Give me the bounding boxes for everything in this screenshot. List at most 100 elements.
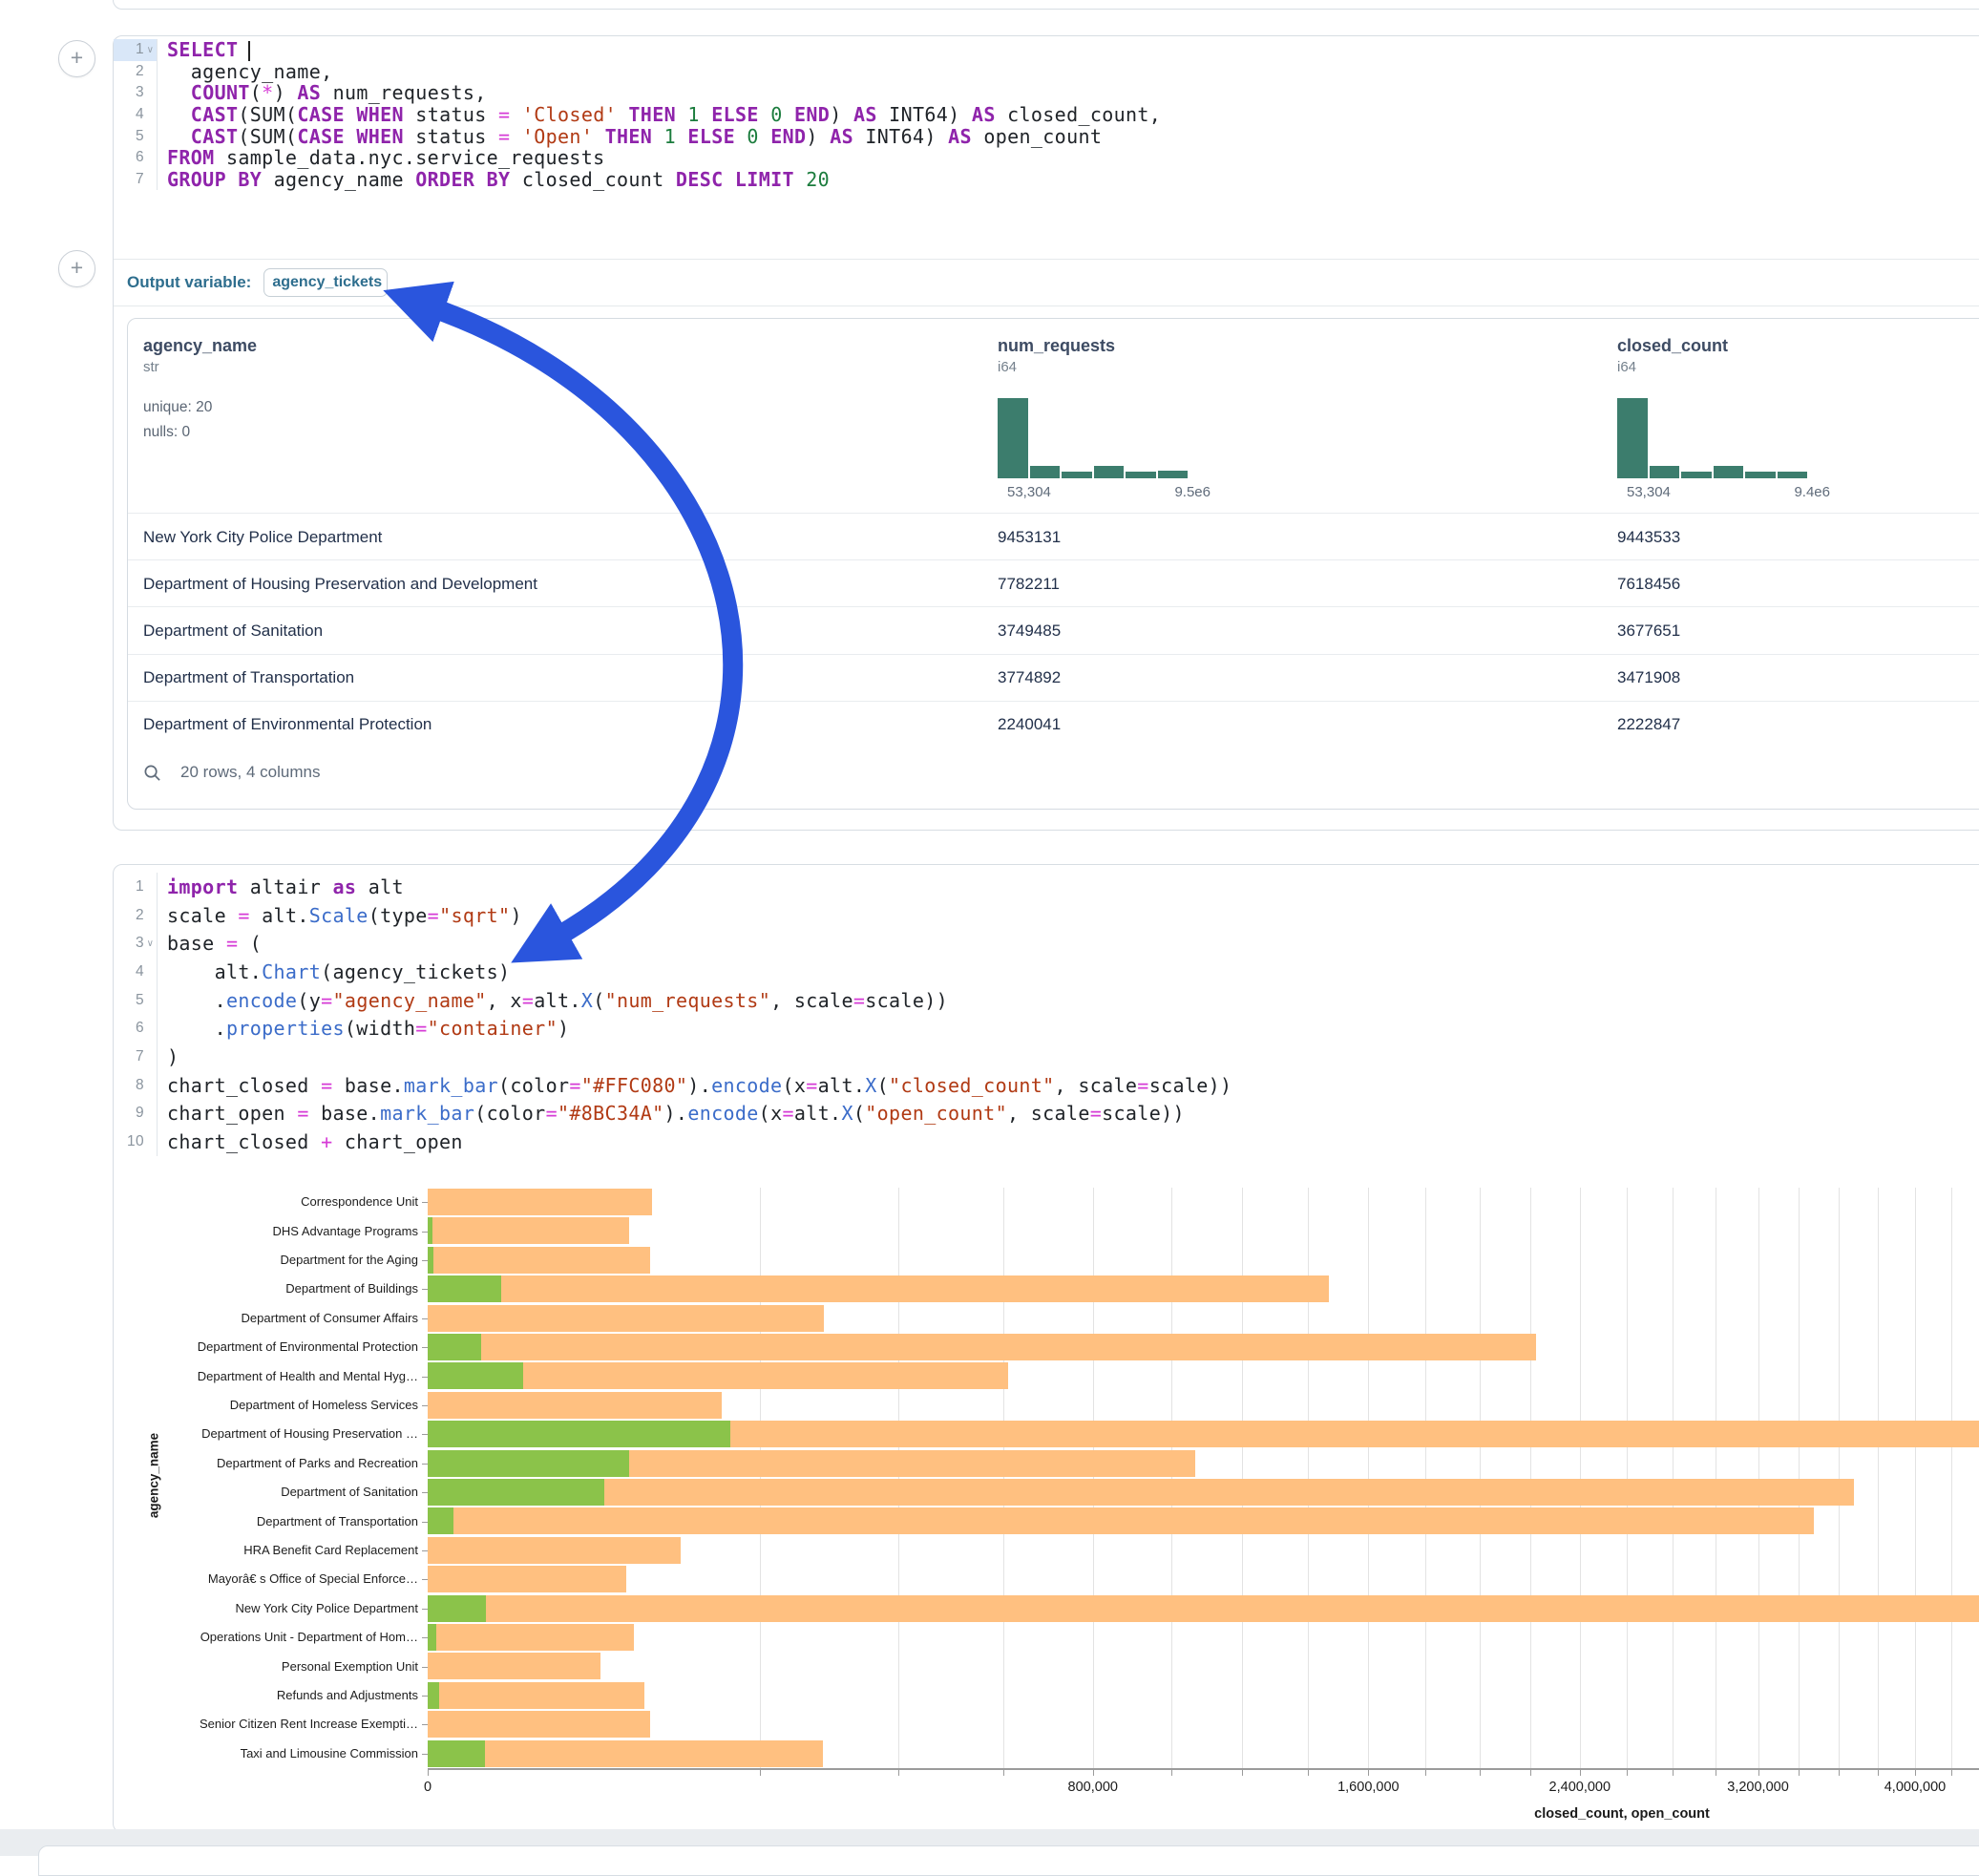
line-number-gutter: 5	[114, 986, 158, 1015]
code-line[interactable]: 6 .properties(width="container")	[114, 1014, 1979, 1043]
code-line[interactable]: 7)	[114, 1043, 1979, 1071]
code-line[interactable]: 4 alt.Chart(agency_tickets)	[114, 958, 1979, 986]
code-line[interactable]: 2 agency_name,	[114, 61, 1979, 83]
y-axis-label: Department of Consumer Affairs	[114, 1311, 418, 1325]
code-line[interactable]: 8 chart_closed = base.mark_bar(color="#FF…	[114, 1071, 1979, 1100]
code-text[interactable]: SELECT	[158, 38, 250, 61]
python-code-editor[interactable]: 1import altair as alt2scale = alt.Scale(…	[114, 873, 1979, 1156]
bar-closed	[428, 1305, 824, 1332]
bar-open	[428, 1421, 730, 1447]
gridline	[1878, 1188, 1879, 1768]
code-text[interactable]: alt.Chart(agency_tickets)	[158, 960, 510, 983]
line-number: 4	[136, 963, 144, 980]
line-number: 8	[136, 1077, 144, 1094]
code-token	[345, 125, 356, 148]
code-text[interactable]: COUNT(*) AS num_requests,	[158, 81, 487, 104]
code-token: =	[321, 1074, 332, 1097]
table-cell: New York City Police Department	[143, 514, 382, 560]
code-line[interactable]: 7GROUP BY agency_name ORDER BY closed_co…	[114, 169, 1979, 191]
code-token: num_requests,	[321, 81, 486, 104]
code-token: AS	[948, 125, 972, 148]
search-icon[interactable]	[143, 764, 161, 782]
code-text[interactable]: .encode(y="agency_name", x=alt.X("num_re…	[158, 989, 948, 1012]
bar-closed	[428, 1189, 652, 1215]
code-text[interactable]: FROM sample_data.nyc.service_requests	[158, 146, 604, 169]
code-line[interactable]: 10chart_closed + chart_open	[114, 1128, 1979, 1156]
code-text[interactable]: base = (	[158, 932, 262, 955]
gridline	[1368, 1188, 1369, 1768]
code-line[interactable]: 1∨SELECT	[114, 39, 1979, 61]
code-text[interactable]: CAST(SUM(CASE WHEN status = 'Closed' THE…	[158, 103, 1161, 126]
code-line[interactable]: 1import altair as alt	[114, 873, 1979, 901]
code-text[interactable]: CAST(SUM(CASE WHEN status = 'Open' THEN …	[158, 125, 1102, 148]
line-number: 6	[136, 1020, 144, 1037]
column-header: closed_counti64	[1617, 336, 1728, 375]
column-header: agency_namestr	[143, 336, 257, 375]
y-axis-label: Refunds and Adjustments	[114, 1688, 418, 1702]
code-text[interactable]: .properties(width="container")	[158, 1017, 569, 1040]
code-token: )	[274, 81, 298, 104]
table-cell: Department of Sanitation	[143, 607, 323, 654]
y-axis-label: New York City Police Department	[114, 1601, 418, 1615]
fold-chevron-icon[interactable]: ∨	[144, 45, 157, 55]
code-line[interactable]: 5 CAST(SUM(CASE WHEN status = 'Open' THE…	[114, 125, 1979, 147]
code-token: status	[404, 103, 498, 126]
code-text[interactable]: chart_closed = base.mark_bar(color="#FFC…	[158, 1074, 1232, 1097]
y-axis-label: Personal Exemption Unit	[114, 1659, 418, 1674]
code-token: END	[770, 125, 806, 148]
code-token: scale	[167, 904, 238, 927]
code-token: "#8BC34A"	[558, 1102, 664, 1125]
sql-code-editor[interactable]: 1∨SELECT2 agency_name,3 COUNT(*) AS num_…	[114, 39, 1979, 190]
code-line[interactable]: 9chart_open = base.mark_bar(color="#8BC3…	[114, 1100, 1979, 1128]
add-cell-button[interactable]: +	[58, 40, 95, 77]
histogram-bar	[1617, 398, 1648, 478]
code-token: =	[782, 1102, 793, 1125]
fold-chevron-icon[interactable]: ∨	[144, 938, 157, 949]
code-token: )	[806, 125, 830, 148]
code-line[interactable]: 3∨base = (	[114, 929, 1979, 958]
code-line[interactable]: 5 .encode(y="agency_name", x=alt.X("num_…	[114, 986, 1979, 1015]
gridline	[1580, 1188, 1581, 1768]
y-axis-tick	[422, 1724, 428, 1725]
histogram-bar	[1650, 466, 1680, 478]
x-axis-tick	[1171, 1770, 1172, 1776]
code-text[interactable]: GROUP BY agency_name ORDER BY closed_cou…	[158, 168, 830, 191]
gridline	[1480, 1188, 1481, 1768]
bar-closed	[428, 1595, 1979, 1622]
add-cell-button[interactable]: +	[58, 250, 95, 287]
code-token: )	[830, 103, 853, 126]
histogram-bar	[1062, 472, 1092, 478]
gridline	[898, 1188, 899, 1768]
code-token: )	[558, 1017, 569, 1040]
code-token: INT64)	[877, 103, 972, 126]
y-axis-label: HRA Benefit Card Replacement	[114, 1543, 418, 1557]
code-line[interactable]: 3 COUNT(*) AS num_requests,	[114, 82, 1979, 104]
line-number: 4	[136, 106, 144, 123]
gridline	[1839, 1188, 1840, 1768]
code-token	[794, 168, 806, 191]
bar-open	[428, 1507, 453, 1534]
code-token: mark_bar	[380, 1102, 474, 1125]
code-line[interactable]: 4 CAST(SUM(CASE WHEN status = 'Closed' T…	[114, 104, 1979, 126]
code-token: "num_requests"	[605, 989, 770, 1012]
code-line[interactable]: 2scale = alt.Scale(type="sqrt")	[114, 901, 1979, 930]
table-cell: 3677651	[1617, 607, 1680, 654]
code-text[interactable]: agency_name,	[158, 60, 332, 83]
code-token	[676, 125, 687, 148]
code-text[interactable]: chart_open = base.mark_bar(color="#8BC34…	[158, 1102, 1185, 1125]
code-text[interactable]: import altair as alt	[158, 875, 404, 898]
output-variable-pill[interactable]: agency_tickets	[263, 268, 388, 297]
bar-closed	[428, 1507, 1814, 1534]
bar-open	[428, 1450, 629, 1477]
code-text[interactable]: chart_closed + chart_open	[158, 1130, 463, 1153]
altair-bar-chart: Correspondence UnitDHS Advantage Program…	[114, 1180, 1979, 1824]
code-token: WHEN	[356, 125, 404, 148]
code-token	[167, 81, 191, 104]
code-text[interactable]: )	[158, 1045, 179, 1068]
code-line[interactable]: 6FROM sample_data.nyc.service_requests	[114, 147, 1979, 169]
x-axis-tick	[1627, 1770, 1628, 1776]
code-text[interactable]: scale = alt.Scale(type="sqrt")	[158, 904, 522, 927]
column-type: i64	[1617, 359, 1728, 375]
table-cell: 7782211	[998, 560, 1060, 607]
code-token: "#FFC080"	[581, 1074, 688, 1097]
